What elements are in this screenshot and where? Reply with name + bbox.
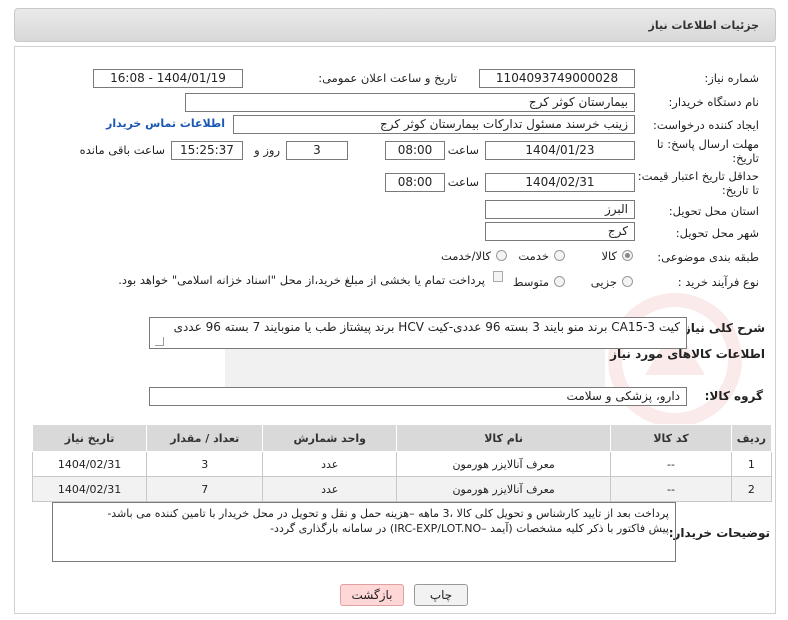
back-button[interactable]: بازگشت: [340, 584, 404, 606]
summary-resize-handle[interactable]: [155, 337, 164, 346]
goods-table: ردیف کد کالا نام کالا واحد شمارش تعداد /…: [31, 424, 773, 502]
table-row[interactable]: 2 -- معرف آنالایزر هورمون عدد 7 1404/02/…: [31, 476, 773, 502]
col-header-unit: واحد شمارش: [262, 424, 398, 452]
cell-unit: عدد: [262, 476, 398, 502]
remaining-days-field[interactable]: 3: [286, 141, 348, 160]
col-header-code: کد کالا: [610, 424, 732, 452]
deadline-date-field[interactable]: 1404/01/23: [485, 141, 635, 160]
cell-need-date: 1404/02/31: [31, 451, 148, 477]
deadline-label-2: تاریخ:: [732, 151, 759, 165]
col-header-row: ردیف: [730, 424, 773, 452]
process-radio-minor[interactable]: [622, 276, 633, 287]
category-radio-goods[interactable]: [622, 250, 633, 261]
need-number-field[interactable]: 1104093749000028: [479, 69, 635, 88]
title-bar: جزئیات اطلاعات نیاز: [14, 8, 776, 42]
creator-field[interactable]: زینب خرسند مسئول تداركات بیمارستان كوثر …: [233, 115, 635, 134]
process-option-minor: جزیی: [590, 275, 617, 289]
col-header-need-date: تاریخ نیاز: [31, 424, 148, 452]
category-radio-goods-service[interactable]: [496, 250, 507, 261]
process-radio-medium[interactable]: [554, 276, 565, 287]
goods-table-header: ردیف کد کالا نام کالا واحد شمارش تعداد /…: [31, 424, 773, 452]
announce-date-field[interactable]: 1404/01/19 - 16:08: [93, 69, 243, 88]
announce-date-label: تاریخ و ساعت اعلان عمومی:: [318, 71, 457, 85]
province-field[interactable]: البرز: [485, 200, 635, 219]
cell-unit: عدد: [262, 451, 398, 477]
deadline-time-field[interactable]: 08:00: [385, 141, 445, 160]
province-label: استان محل تحویل:: [668, 204, 759, 218]
category-option-service: خدمت: [518, 249, 549, 263]
buyer-contact-link[interactable]: اطلاعات تماس خریدار: [106, 117, 225, 130]
city-field[interactable]: کرج: [485, 222, 635, 241]
cell-row: 2: [730, 476, 773, 502]
process-option-medium: متوسط: [512, 275, 549, 289]
price-valid-label-2: تا تاریخ:: [721, 183, 759, 197]
cell-need-date: 1404/02/31: [31, 476, 148, 502]
summary-label: شرح کلی نیاز:: [679, 321, 765, 335]
buyer-notes-line-1: پرداخت بعد از تایید کارشناس و تحویل کلی …: [107, 507, 669, 520]
need-number-label: شماره نیاز:: [704, 71, 759, 85]
cell-quantity: 3: [146, 451, 264, 477]
price-valid-time-label: ساعت: [447, 175, 479, 189]
days-label: روز و: [254, 143, 280, 157]
treasury-payment-note: پرداخت تمام یا بخشی از مبلغ خرید،از محل …: [118, 273, 485, 287]
cell-row: 1: [730, 451, 773, 477]
deadline-time-label: ساعت: [447, 143, 479, 157]
city-label: شهر محل تحویل:: [675, 226, 759, 240]
cell-name: معرف آنالایزر هورمون: [396, 476, 612, 502]
category-radio-service[interactable]: [554, 250, 565, 261]
price-valid-label-1: حداقل تاریخ اعتبار قیمت:: [637, 169, 759, 183]
creator-label: ایجاد کننده درخواست:: [653, 118, 759, 132]
buyer-org-field[interactable]: بیمارستان کوثر کرج: [185, 93, 635, 112]
category-option-goods-service: کالا/خدمت: [440, 249, 491, 263]
category-option-goods: کالا: [601, 249, 617, 263]
category-label: طبقه بندی موضوعی:: [657, 250, 759, 264]
buyer-org-label: نام دستگاه خریدار:: [668, 95, 759, 109]
buyer-notes-line-2: پیش فاکتور با ذکر کلیه مشخصات (آیمد –IRC…: [270, 522, 669, 535]
need-details-page: جزئیات اطلاعات نیاز شماره نیاز: 11040937…: [0, 0, 788, 620]
process-type-label: نوع فرآیند خرید :: [677, 275, 759, 289]
buyer-notes-label: توضیحات خریدار:: [668, 526, 770, 540]
remaining-time-label: ساعت باقی مانده: [79, 143, 165, 157]
print-button[interactable]: چاپ: [414, 584, 468, 606]
cell-name: معرف آنالایزر هورمون: [396, 451, 612, 477]
cell-code: --: [610, 451, 732, 477]
deadline-label-1: مهلت ارسال پاسخ: تا: [656, 137, 759, 151]
goods-group-field[interactable]: دارو، پزشکی و سلامت: [149, 387, 687, 406]
buyer-notes-field[interactable]: پرداخت بعد از تایید کارشناس و تحویل کلی …: [52, 502, 676, 562]
treasury-checkbox[interactable]: [493, 271, 503, 282]
col-header-name: نام کالا: [396, 424, 612, 452]
cell-quantity: 7: [146, 476, 264, 502]
page-title: جزئیات اطلاعات نیاز: [648, 19, 760, 32]
summary-field[interactable]: کیت CA15-3 برند منو بایند 3 بسته 96 عددی…: [149, 317, 687, 349]
goods-info-title: اطلاعات کالاهای مورد نیاز: [610, 347, 765, 361]
col-header-quantity: تعداد / مقدار: [146, 424, 264, 452]
table-row[interactable]: 1 -- معرف آنالایزر هورمون عدد 3 1404/02/…: [31, 451, 773, 477]
price-valid-time-field[interactable]: 08:00: [385, 173, 445, 192]
cell-code: --: [610, 476, 732, 502]
remaining-time-field[interactable]: 15:25:37: [171, 141, 243, 160]
goods-group-label: گروه کالا:: [704, 389, 763, 403]
price-valid-date-field[interactable]: 1404/02/31: [485, 173, 635, 192]
